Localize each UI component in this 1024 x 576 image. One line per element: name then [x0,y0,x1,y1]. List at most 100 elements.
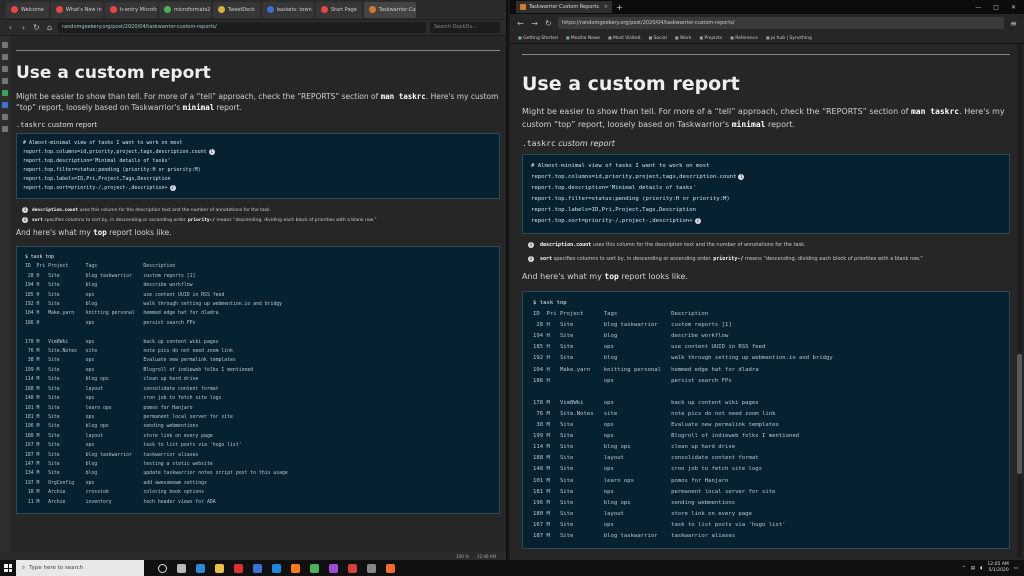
bookmark-item[interactable]: Most Visited [608,35,640,41]
home-icon[interactable]: ⌂ [45,23,54,32]
terminal-row: 148 M Site ops cron job to fetch site lo… [533,466,763,473]
tab-label: Start Page [330,6,357,13]
close-tab-icon[interactable]: × [604,4,608,10]
notes-panel-icon[interactable] [2,78,8,84]
task-view-icon[interactable] [177,563,186,573]
zoom-level[interactable]: 100 % [456,554,469,559]
callout-marker: 2 [22,217,28,223]
circle-icon[interactable] [158,563,167,573]
bookmark-item[interactable]: Mozilla News [566,35,600,41]
terminal-icon[interactable] [367,563,376,573]
firefox-icon[interactable] [291,563,300,573]
media-icon[interactable] [329,563,338,573]
chrome-icon[interactable] [310,563,319,573]
left-page-content: Use a custom report Might be easier to s… [14,36,502,560]
bookmark-item[interactable]: Social [648,35,667,41]
volume-icon[interactable]: ◖ [980,566,982,571]
add-panel-icon[interactable] [2,126,8,132]
reload-icon[interactable]: ↻ [32,23,41,32]
scrollbar-thumb[interactable] [1017,354,1022,474]
mail-icon[interactable] [253,563,262,573]
back-icon[interactable]: ‹ [6,23,15,32]
code-caption: .taskrc custom report [522,139,1010,148]
back-icon[interactable]: ← [516,19,525,28]
divider [522,54,1010,55]
left-tab[interactable]: baskets: town [261,1,314,18]
vivaldi2-icon[interactable] [348,563,357,573]
terminal-row: 194 H Site blog describe workflow [25,283,193,289]
report-intro: And here's what my top report looks like… [522,270,1010,283]
left-tab[interactable]: Start Page [315,1,362,18]
web-panel-2-icon[interactable] [2,102,8,108]
note-code-2: priority-/ [187,217,216,223]
terminal-row: 167 M Site ops task to list posts via 'h… [25,443,242,449]
note-body: specifies columns to sort by, in descend… [552,256,714,262]
minimize-icon[interactable]: — [975,4,981,11]
clock[interactable]: 12:05 AM 5/1/2020 [987,562,1008,574]
code-line-text: report.top.description='Minimal details … [23,158,171,164]
left-tab[interactable]: microformats2 [158,1,211,18]
terminal-row: 167 M Site ops task to list posts via 'h… [533,521,786,528]
brave-icon[interactable] [386,563,395,573]
tab-label: Taskwarrior Cus [378,6,416,13]
web-panel-icon[interactable] [2,90,8,96]
note-code-2: priority-/ [713,256,744,262]
new-tab-icon[interactable]: + [616,3,623,12]
forward-icon[interactable]: → [530,19,539,28]
left-tab[interactable]: Taskwarrior Cus [363,1,416,18]
right-url-input[interactable]: https://randomgeekery.org/post/2020/04/t… [558,17,1004,29]
bookmark-item[interactable]: Reference [730,35,758,41]
notification-icon[interactable]: ▭ [1014,566,1018,571]
vivaldi-icon[interactable] [234,563,243,573]
window-controls: — □ ✕ [975,4,1024,11]
reload-icon[interactable]: ↻ [544,19,553,28]
left-tab[interactable]: What's New in V [50,1,103,18]
network-icon[interactable]: ▤ [971,566,975,571]
terminal-row: 76 M Site.Notes site note pics do not ne… [25,349,233,355]
pinned-apps [144,563,395,573]
bookmark-item[interactable]: pi hub | Syncthing [766,35,812,41]
code-caption-file: .taskrc [522,139,556,148]
left-tab[interactable]: TweetDeck [212,1,260,18]
terminal-row: 194 H Site blog describe workflow [533,333,729,340]
terminal-header: ID Pri Project Tags Description [533,311,709,318]
history-panel-icon[interactable] [2,66,8,72]
close-window-icon[interactable]: ✕ [1011,4,1016,11]
downloads-panel-icon[interactable] [2,54,8,60]
bookmark-item[interactable]: Projects [699,35,722,41]
favicon-icon [368,6,376,13]
terminal-command: $ task top [25,255,54,260]
edge-icon[interactable] [196,563,205,573]
intro-paragraph: Might be easier to show than tell. For m… [522,105,1010,131]
taskbar-search-input[interactable]: ⌕ Type here to search [16,560,144,576]
vscode-icon[interactable] [272,563,281,573]
vertical-scrollbar[interactable] [1017,44,1022,558]
left-tab[interactable]: h-entry Microfo [104,1,157,18]
note-text: description.count uses this column for t… [32,208,271,213]
note-body: uses this column for the description tex… [78,207,272,213]
code-line-text: report.top.description='Minimal details … [531,185,697,191]
left-tab[interactable]: Welcome [6,1,49,18]
terminal-row: 18 M Archie crosstok coloring book optio… [25,490,205,496]
taskrc-code-block: # Almost-minimal view of tasks I want to… [16,133,500,199]
page-title: Use a custom report [522,73,740,95]
tab-taskwarrior-custom-reports[interactable]: Taskwarrior Custom Reports × [516,1,612,13]
bookmarks-panel-icon[interactable] [2,42,8,48]
left-browser-window: Welcome What's New in V h-entry Microfo mic… [0,0,508,560]
intro-code: man taskrc [380,92,426,101]
file-explorer-icon[interactable] [215,563,224,573]
forward-icon[interactable]: › [19,23,28,32]
web-panel-3-icon[interactable] [2,114,8,120]
left-search-input[interactable]: Search DuckDu... [430,22,500,33]
bookmark-item[interactable]: Getting Started [518,35,558,41]
note-text: description.count uses this column for t… [540,242,806,248]
start-button[interactable] [0,560,16,576]
maximize-icon[interactable]: □ [993,4,999,11]
left-address-bar-row: ‹ › ↻ ⌂ randomgeekery.org/post/2020/04/t… [0,20,506,36]
chevron-up-icon[interactable]: ^ [962,566,966,571]
left-url-input[interactable]: randomgeekery.org/post/2020/04/taskwarri… [58,22,426,33]
note-text: sort specifies columns to sort by, in de… [540,256,923,262]
tab-label: h-entry Microfo [119,6,157,13]
menu-icon[interactable]: ≡ [1009,19,1018,28]
bookmark-item[interactable]: Work [675,35,691,41]
